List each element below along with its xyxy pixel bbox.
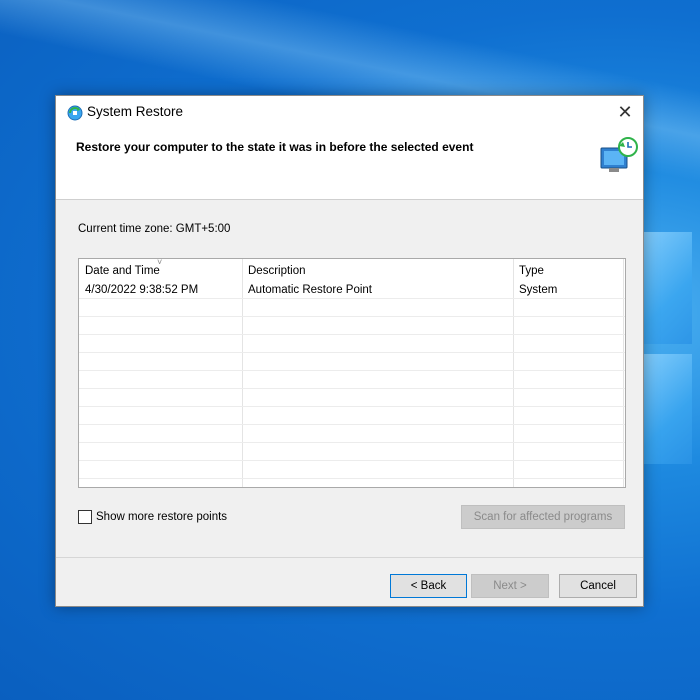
- empty-row: [79, 335, 625, 353]
- empty-row: [79, 299, 625, 317]
- system-restore-dialog: System Restore ✕ Restore your computer t…: [55, 95, 644, 607]
- empty-row: [79, 425, 625, 443]
- show-more-label[interactable]: Show more restore points: [96, 511, 227, 523]
- footer-separator: [56, 557, 643, 558]
- system-restore-icon: [67, 105, 83, 121]
- empty-row: [79, 389, 625, 407]
- column-header-date-time[interactable]: Date and Time: [85, 265, 160, 277]
- empty-row: [79, 443, 625, 461]
- timezone-label: Current time zone: GMT+5:00: [78, 223, 231, 235]
- logo-pane-top: [640, 232, 692, 344]
- empty-row: [79, 353, 625, 371]
- empty-row: [79, 317, 625, 335]
- cancel-button[interactable]: Cancel: [559, 574, 637, 598]
- empty-row: [79, 371, 625, 389]
- windows-logo: [640, 232, 700, 472]
- scan-affected-programs-button[interactable]: Scan for affected programs: [461, 505, 625, 529]
- empty-row: [79, 407, 625, 425]
- dialog-header: Restore your computer to the state it wa…: [56, 128, 643, 200]
- logo-pane-bottom: [640, 354, 692, 464]
- restore-computer-icon: [600, 137, 638, 172]
- row-date-time: 4/30/2022 9:38:52 PM: [85, 284, 199, 296]
- close-button[interactable]: ✕: [607, 96, 643, 128]
- show-more-checkbox[interactable]: [78, 510, 92, 524]
- empty-row: [79, 461, 625, 479]
- row-description: Automatic Restore Point: [248, 284, 373, 296]
- list-header: Date and Time ˅ Description Type: [79, 259, 625, 281]
- restore-points-list[interactable]: Date and Time ˅ Description Type 4/30/20…: [78, 258, 626, 488]
- sort-indicator-icon: ˅: [157, 258, 163, 267]
- next-button[interactable]: Next >: [471, 574, 549, 598]
- column-header-type[interactable]: Type: [519, 265, 544, 277]
- row-type: System: [519, 284, 558, 296]
- window-title: System Restore: [87, 104, 184, 119]
- close-icon: ✕: [617, 101, 633, 122]
- back-button[interactable]: < Back: [390, 574, 467, 598]
- title-bar: System Restore ✕: [56, 96, 643, 128]
- table-row[interactable]: 4/30/2022 9:38:52 PM Automatic Restore P…: [79, 281, 625, 299]
- column-header-description[interactable]: Description: [248, 265, 306, 277]
- header-instruction: Restore your computer to the state it wa…: [76, 140, 474, 154]
